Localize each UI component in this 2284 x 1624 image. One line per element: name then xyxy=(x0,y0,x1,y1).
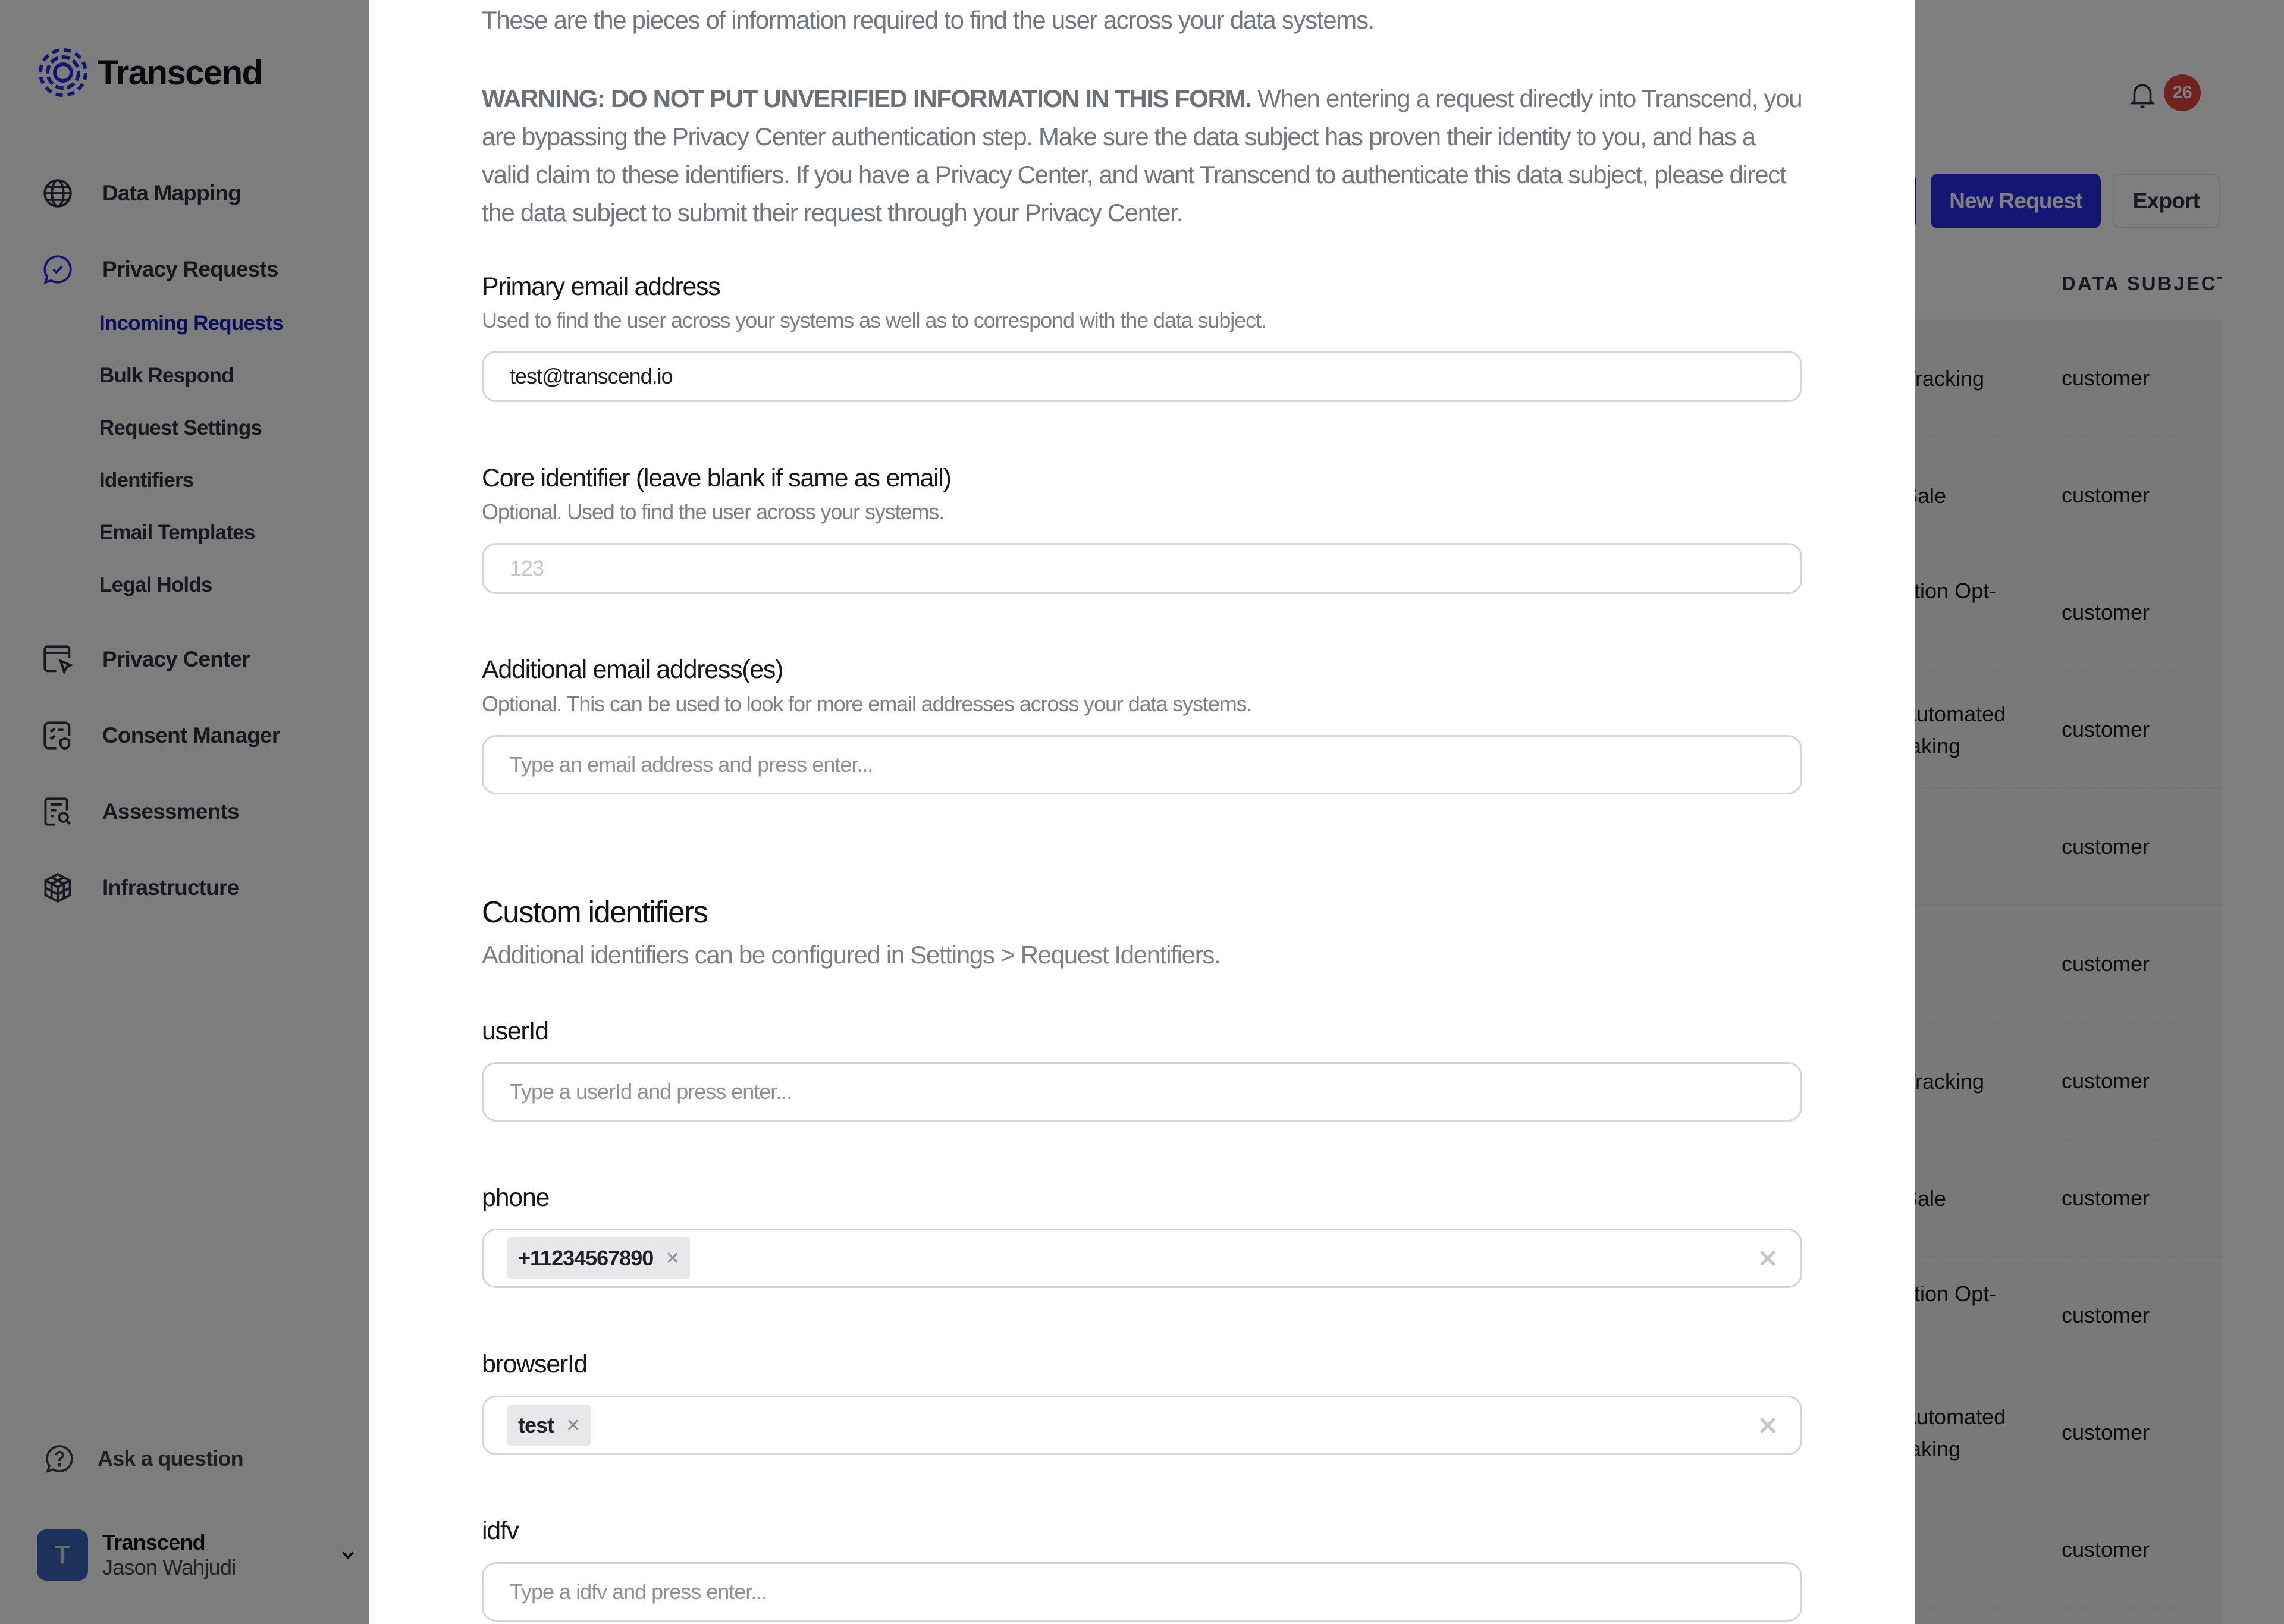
userid-placeholder: Type a userId and press enter... xyxy=(510,1079,792,1104)
primary-email-field[interactable]: test@transcend.io xyxy=(482,351,1802,402)
core-identifier-placeholder: 123 xyxy=(510,556,544,580)
phone-chip: +11234567890 ✕ xyxy=(507,1237,691,1279)
additional-emails-placeholder: Type an email address and press enter... xyxy=(510,752,873,777)
browserid-chip-value: test xyxy=(518,1413,554,1437)
idfv-label: idfv xyxy=(482,1516,519,1545)
custom-identifiers-help: Additional identifiers can be configured… xyxy=(482,941,1221,969)
userid-label: userId xyxy=(482,1017,549,1045)
additional-emails-field[interactable]: Type an email address and press enter... xyxy=(482,735,1802,794)
browserid-field[interactable]: test ✕ xyxy=(482,1396,1802,1455)
phone-chip-value: +11234567890 xyxy=(518,1246,654,1270)
custom-identifiers-title: Custom identifiers xyxy=(482,895,708,929)
remove-chip-icon[interactable]: ✕ xyxy=(566,1415,581,1436)
browserid-label: browserId xyxy=(482,1350,588,1378)
phone-field[interactable]: +11234567890 ✕ xyxy=(482,1229,1802,1288)
idfv-placeholder: Type a idfv and press enter... xyxy=(510,1579,767,1604)
browserid-chip: test ✕ xyxy=(507,1405,591,1446)
additional-emails-label: Additional email address(es) xyxy=(482,655,783,684)
identifiers-intro: These are the pieces of information requ… xyxy=(482,6,1375,34)
clear-icon[interactable] xyxy=(1759,1416,1777,1434)
core-identifier-label: Core identifier (leave blank if same as … xyxy=(482,464,952,492)
userid-field[interactable]: Type a userId and press enter... xyxy=(482,1062,1802,1122)
warning-bold: WARNING: DO NOT PUT UNVERIFIED INFORMATI… xyxy=(482,84,1252,112)
remove-chip-icon[interactable]: ✕ xyxy=(665,1248,680,1269)
primary-email-label: Primary email address xyxy=(482,272,721,301)
core-identifier-help: Optional. Used to find the user across y… xyxy=(482,500,945,524)
clear-icon[interactable] xyxy=(1759,1249,1777,1267)
primary-email-value: test@transcend.io xyxy=(510,364,673,388)
idfv-field[interactable]: Type a idfv and press enter... xyxy=(482,1562,1802,1622)
core-identifier-field[interactable]: 123 xyxy=(482,543,1802,594)
additional-emails-help: Optional. This can be used to look for m… xyxy=(482,692,1253,716)
new-request-modal: These are the pieces of information requ… xyxy=(369,0,1915,1624)
phone-label: phone xyxy=(482,1183,550,1212)
primary-email-help: Used to find the user across your system… xyxy=(482,308,1267,332)
warning-notice: WARNING: DO NOT PUT UNVERIFIED INFORMATI… xyxy=(482,80,1803,232)
